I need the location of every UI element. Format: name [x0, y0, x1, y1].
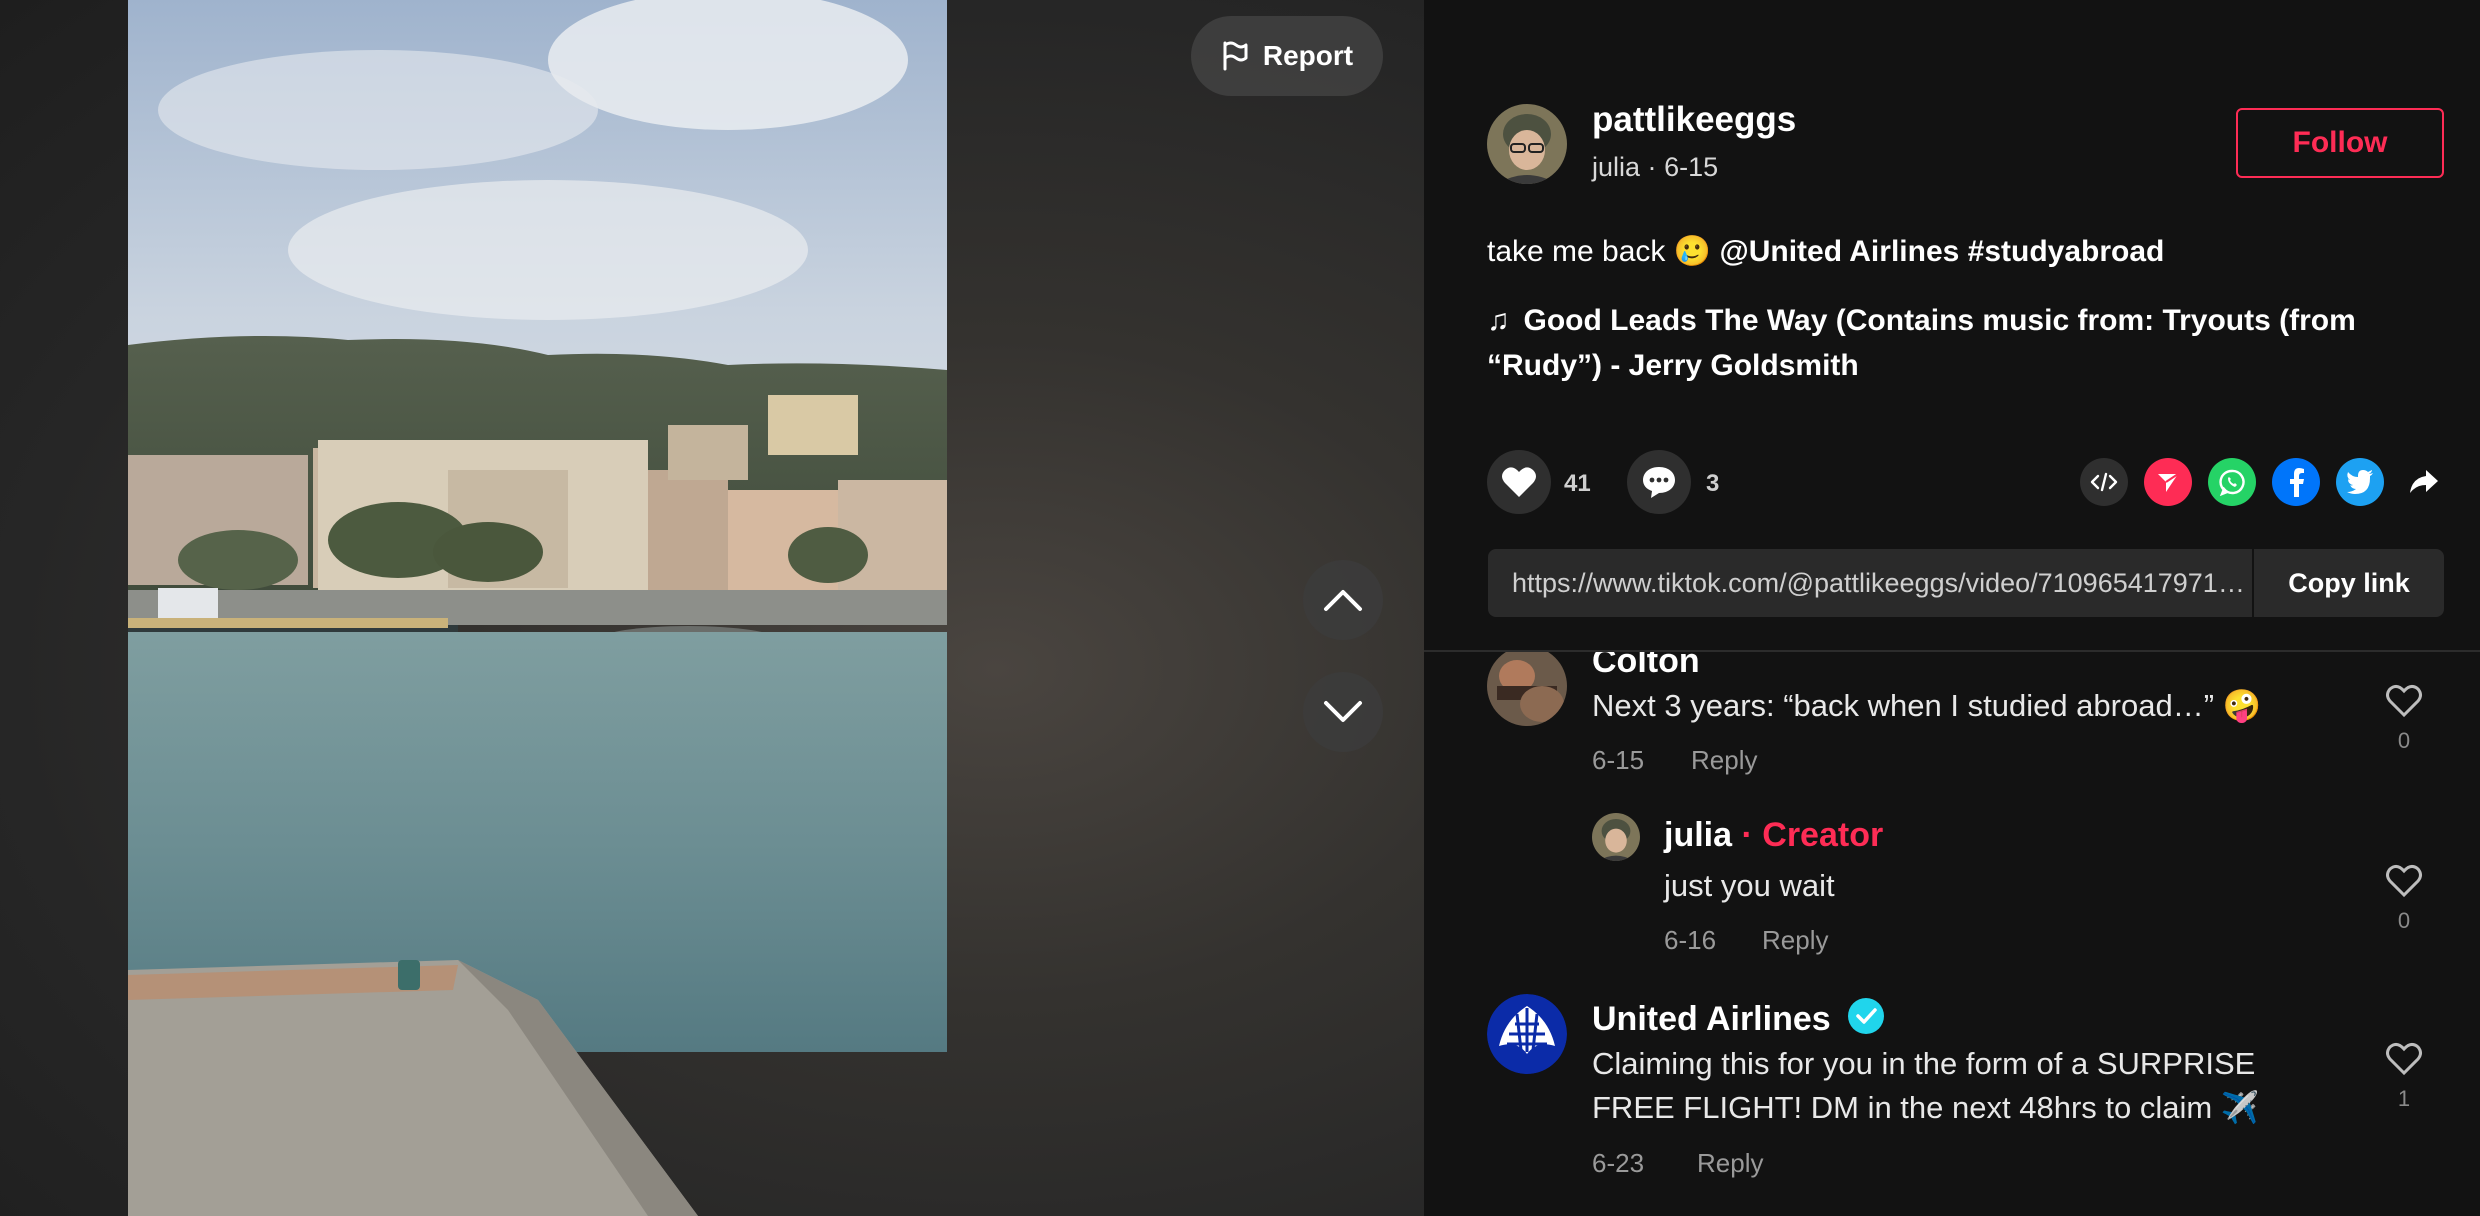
- caption-emoji: 🥲: [1673, 235, 1712, 268]
- heart-outline-icon: [2386, 864, 2422, 898]
- details-panel: pattlikeeggs julia · 6-15 Follow take me…: [1424, 0, 2480, 1216]
- reply-like-button[interactable]: 0: [2374, 864, 2434, 934]
- like-button[interactable]: [1487, 450, 1551, 514]
- comment-count: 3: [1706, 470, 1720, 497]
- comment-author-name[interactable]: Colton: [1592, 652, 1700, 681]
- separator-dot: ·: [1647, 152, 1657, 182]
- send-to-friends-button[interactable]: [2144, 458, 2192, 506]
- previous-video-button[interactable]: [1303, 560, 1383, 640]
- avatar-image: [1487, 652, 1567, 726]
- embed-button[interactable]: [2080, 458, 2128, 506]
- comment-like-count: 0: [2397, 728, 2411, 753]
- video-player-area[interactable]: Report: [0, 0, 1424, 1216]
- twitter-icon: [2347, 470, 2373, 494]
- comment-like-count: 1: [2397, 1086, 2411, 1111]
- send-icon: [2158, 473, 2179, 492]
- video-link-url[interactable]: https://www.tiktok.com/@pattlikeeggs/vid…: [1488, 549, 2252, 617]
- verified-badge-icon: [1848, 998, 1885, 1034]
- comment-like-button[interactable]: 1: [2374, 1042, 2434, 1112]
- reply-text: just you wait: [1664, 868, 1835, 903]
- video-frame[interactable]: [128, 0, 947, 1216]
- embed-icon: [2090, 472, 2118, 492]
- comment-avatar[interactable]: [1487, 652, 1567, 726]
- comment-icon: [1643, 467, 1675, 498]
- comment-author-line: United Airlines: [1592, 998, 1885, 1039]
- comment-date: 6-23: [1592, 1148, 1645, 1178]
- flag-icon: [1223, 41, 1248, 71]
- chevron-up-icon: [1324, 590, 1362, 611]
- comment-text: Claiming this for you in the form of a S…: [1592, 1046, 2260, 1125]
- author-avatar[interactable]: [1487, 104, 1567, 184]
- reply-avatar[interactable]: [1592, 813, 1640, 861]
- music-note-icon: ♫: [1487, 304, 1510, 337]
- music-link[interactable]: ♫ Good Leads The Way (Contains music from…: [1487, 298, 2447, 388]
- reply-button[interactable]: Reply: [1691, 745, 1757, 776]
- reply-button[interactable]: Reply: [1697, 1148, 1763, 1179]
- post-date: 6-15: [1664, 152, 1719, 182]
- reply-like-count: 0: [2397, 908, 2411, 933]
- creator-badge: Creator: [1762, 816, 1884, 854]
- video-still-image: [128, 0, 947, 1216]
- reply-author-line: julia · Creator: [1664, 816, 1883, 855]
- video-caption: take me back 🥲 @United Airlines #studyab…: [1487, 234, 2164, 269]
- like-count: 41: [1564, 470, 1591, 497]
- caption-hashtag-link[interactable]: #studyabroad: [1968, 235, 2165, 268]
- caption-text: take me back: [1487, 235, 1666, 268]
- author-subline: julia · 6-15: [1592, 152, 1718, 183]
- heart-outline-icon: [2386, 684, 2422, 718]
- whatsapp-icon: [2219, 469, 2245, 496]
- chevron-down-icon: [1324, 701, 1362, 722]
- author-display-name: julia: [1592, 152, 1641, 182]
- author-username[interactable]: pattlikeeggs: [1592, 100, 1796, 140]
- united-airlines-logo: [1487, 994, 1567, 1074]
- separator-dot: ·: [1741, 816, 1753, 854]
- heart-icon: [1502, 467, 1536, 497]
- share-arrow-icon: [2410, 470, 2438, 493]
- next-video-button[interactable]: [1303, 672, 1383, 752]
- facebook-share-button[interactable]: [2272, 458, 2320, 506]
- more-share-button[interactable]: [2400, 458, 2448, 506]
- copy-link-button[interactable]: Copy link: [2252, 549, 2444, 617]
- reply-date: 6-16: [1664, 925, 1717, 955]
- music-title: Good Leads The Way (Contains music from:…: [1487, 304, 2356, 382]
- comment-button[interactable]: [1627, 450, 1691, 514]
- follow-button[interactable]: Follow: [2236, 108, 2444, 178]
- facebook-icon: [2290, 468, 2304, 497]
- whatsapp-share-button[interactable]: [2208, 458, 2256, 506]
- comment-avatar[interactable]: [1487, 994, 1567, 1074]
- reply-button[interactable]: Reply: [1762, 925, 1828, 956]
- comment-date: 6-15: [1592, 745, 1645, 775]
- caption-mention-link[interactable]: @United Airlines: [1719, 235, 1959, 268]
- comment-like-button[interactable]: 0: [2374, 684, 2434, 754]
- report-label: Report: [1262, 40, 1354, 71]
- avatar-image: [1592, 813, 1640, 861]
- heart-outline-icon: [2386, 1042, 2422, 1076]
- reply-author-name[interactable]: julia: [1664, 816, 1732, 854]
- avatar-image: [1487, 104, 1567, 184]
- comment-author-name[interactable]: United Airlines: [1592, 1000, 1831, 1038]
- video-link-box: https://www.tiktok.com/@pattlikeeggs/vid…: [1488, 549, 2444, 617]
- comment-text: Next 3 years: “back when I studied abroa…: [1592, 688, 2262, 723]
- report-button[interactable]: Report: [1191, 16, 1383, 96]
- comments-list[interactable]: Colton Next 3 years: “back when I studie…: [1424, 652, 2480, 1216]
- twitter-share-button[interactable]: [2336, 458, 2384, 506]
